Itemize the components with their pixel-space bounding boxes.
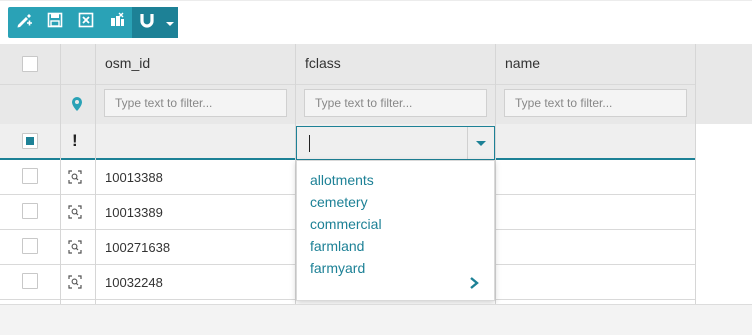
delete-features-icon xyxy=(108,11,126,34)
chevron-down-icon xyxy=(476,134,486,152)
new-record-checkbox[interactable] xyxy=(22,133,38,149)
column-header-fclass[interactable]: fclass xyxy=(305,55,341,71)
chevron-down-icon xyxy=(166,14,174,32)
row-checkbox[interactable] xyxy=(22,273,38,289)
discard-icon xyxy=(77,11,95,34)
combobox-toggle-button[interactable] xyxy=(467,127,494,159)
bottom-bar xyxy=(0,304,752,335)
filter-input-osm-id[interactable] xyxy=(104,89,287,117)
fclass-options-list: allotments cemetery commercial farmland … xyxy=(296,160,495,301)
top-border xyxy=(0,0,752,1)
zoom-to-feature-icon[interactable] xyxy=(68,205,82,224)
table-empty-area xyxy=(696,124,752,304)
row-checkbox[interactable] xyxy=(22,168,38,184)
save-button[interactable] xyxy=(39,7,70,38)
edit-pencil-icon xyxy=(15,11,33,34)
edit-pencil-button[interactable] xyxy=(8,7,39,38)
column-divider xyxy=(60,44,61,304)
option-farmyard[interactable]: farmyard xyxy=(310,260,365,276)
option-allotments[interactable]: allotments xyxy=(310,172,374,188)
filter-input-name[interactable] xyxy=(504,89,687,117)
column-divider xyxy=(95,44,96,304)
column-divider xyxy=(495,44,496,304)
snapping-caret[interactable] xyxy=(162,7,178,38)
editing-toolbar xyxy=(8,7,178,38)
delete-features-button[interactable] xyxy=(101,7,132,38)
toolbar-button-group xyxy=(8,7,178,38)
row-checkbox[interactable] xyxy=(22,238,38,254)
cell-osm-id: 10013388 xyxy=(105,170,163,185)
fclass-combobox[interactable] xyxy=(296,126,495,160)
discard-button[interactable] xyxy=(70,7,101,38)
snapping-magnet-icon xyxy=(138,11,156,34)
cell-osm-id: 10013389 xyxy=(105,205,163,220)
column-header-osm-id[interactable]: osm_id xyxy=(105,55,150,71)
table-header-row: osm_id fclass name xyxy=(0,44,696,85)
save-icon xyxy=(46,11,64,34)
row-checkbox[interactable] xyxy=(22,203,38,219)
text-cursor xyxy=(309,135,310,152)
zoom-to-feature-icon[interactable] xyxy=(68,170,82,189)
snapping-button[interactable] xyxy=(132,7,162,38)
zoom-to-feature-icon[interactable] xyxy=(68,240,82,259)
chevron-right-icon[interactable] xyxy=(467,276,481,290)
cell-osm-id: 100271638 xyxy=(105,240,171,255)
snapping-dropdown[interactable] xyxy=(132,7,178,38)
option-cemetery[interactable]: cemetery xyxy=(310,194,368,210)
column-header-name[interactable]: name xyxy=(505,55,540,71)
cell-osm-id: 10032248 xyxy=(105,275,163,290)
select-all-checkbox[interactable] xyxy=(22,56,38,72)
location-pin-icon[interactable] xyxy=(72,97,82,116)
zoom-to-feature-icon[interactable] xyxy=(68,275,82,294)
new-record-marker: ! xyxy=(72,131,78,150)
option-commercial[interactable]: commercial xyxy=(310,216,382,232)
filter-input-fclass[interactable] xyxy=(304,89,487,117)
option-farmland[interactable]: farmland xyxy=(310,238,364,254)
